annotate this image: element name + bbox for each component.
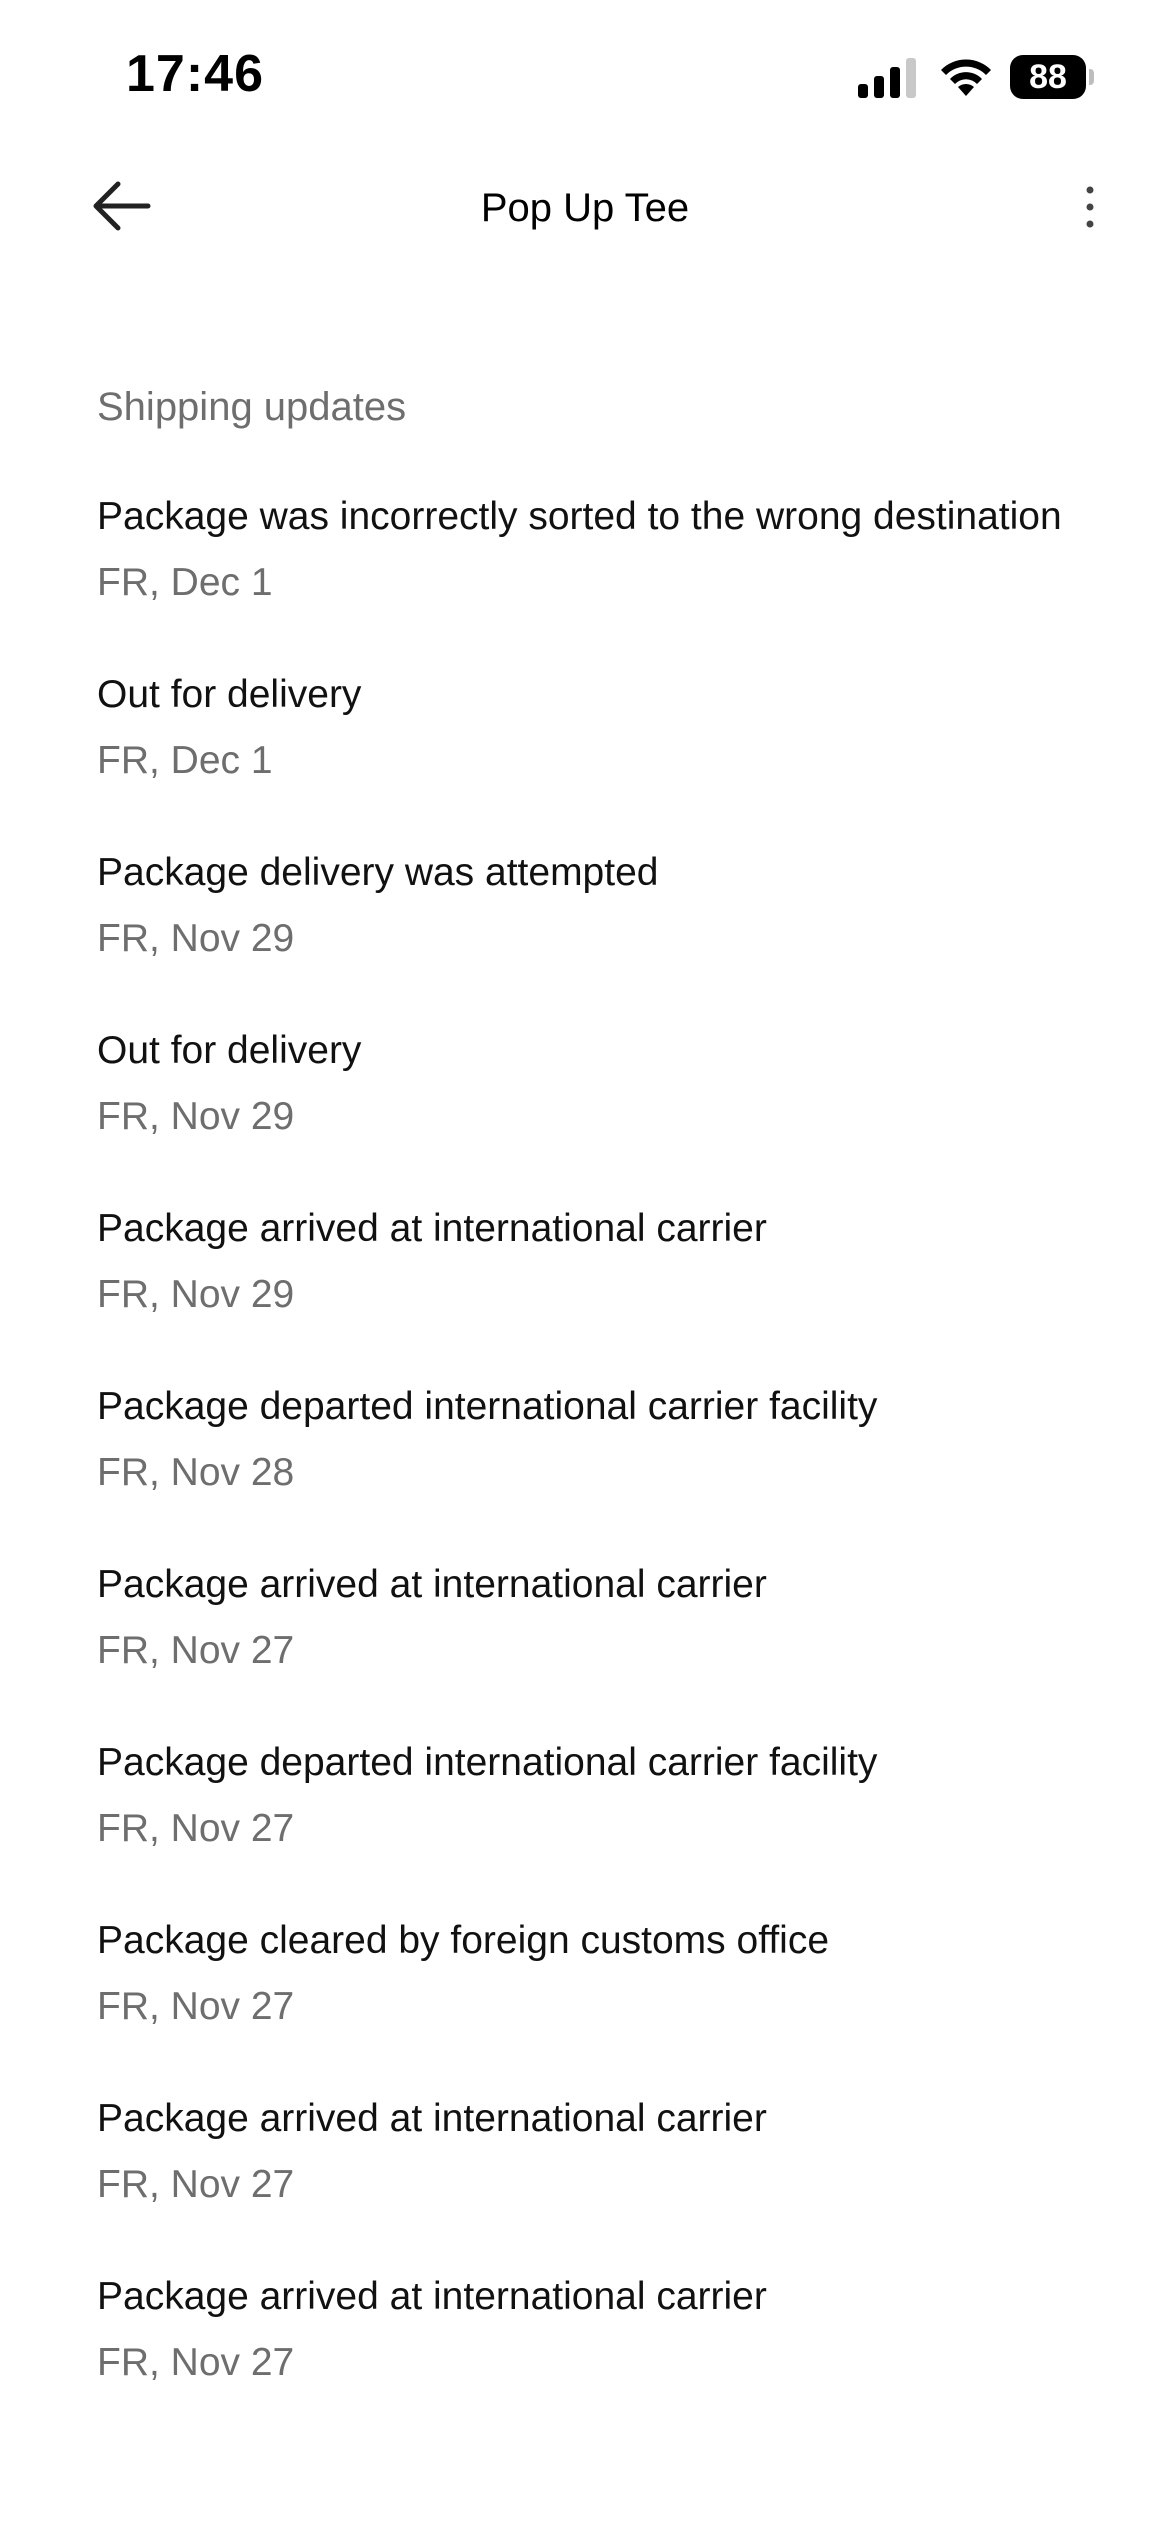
battery-level: 88: [1010, 55, 1086, 99]
update-date: FR, Nov 27: [97, 2163, 295, 2206]
update-date: FR, Dec 1: [97, 561, 273, 604]
more-options-button[interactable]: [1070, 180, 1110, 236]
update-date: FR, Nov 27: [97, 1985, 295, 2028]
list-item: Package arrived at international carrier…: [97, 1558, 1097, 1678]
shipping-updates-list: Package was incorrectly sorted to the wr…: [97, 490, 1097, 2445]
update-title: Package cleared by foreign customs offic…: [97, 1919, 830, 1962]
update-title: Package arrived at international carrier: [97, 1563, 767, 1606]
battery-icon: 88: [1010, 55, 1094, 99]
update-title: Package delivery was attempted: [97, 851, 659, 894]
update-title: Package arrived at international carrier: [97, 1207, 767, 1250]
list-item: Package arrived at international carrier…: [97, 1202, 1097, 1322]
update-date: FR, Nov 27: [97, 2341, 295, 2384]
more-vertical-icon: [1086, 186, 1094, 228]
update-date: FR, Dec 1: [97, 739, 273, 782]
update-date: FR, Nov 29: [97, 917, 295, 960]
wifi-icon: [941, 59, 991, 96]
signal-icon: [858, 58, 916, 98]
update-title: Package departed international carrier f…: [97, 1385, 878, 1428]
list-item: Package delivery was attempted FR, Nov 29: [97, 846, 1097, 966]
list-item: Package was incorrectly sorted to the wr…: [97, 490, 1097, 610]
update-title: Out for delivery: [97, 673, 362, 716]
list-item: Package cleared by foreign customs offic…: [97, 1914, 1097, 2034]
list-item: Package departed international carrier f…: [97, 1736, 1097, 1856]
update-date: FR, Nov 29: [97, 1095, 295, 1138]
status-bar: 17:46 88: [0, 0, 1170, 150]
list-item: Out for delivery FR, Dec 1: [97, 668, 1097, 788]
top-app-bar: Pop Up Tee: [0, 150, 1170, 270]
update-date: FR, Nov 29: [97, 1273, 295, 1316]
update-date: FR, Nov 27: [97, 1807, 295, 1850]
list-item: Package arrived at international carrier…: [97, 2270, 1097, 2390]
section-label-shipping-updates: Shipping updates: [97, 385, 407, 429]
update-title: Package was incorrectly sorted to the wr…: [97, 495, 1062, 538]
update-title: Package departed international carrier f…: [97, 1741, 878, 1784]
update-date: FR, Nov 28: [97, 1451, 295, 1494]
update-title: Package arrived at international carrier: [97, 2275, 767, 2318]
list-item: Out for delivery FR, Nov 29: [97, 1024, 1097, 1144]
list-item: Package departed international carrier f…: [97, 1380, 1097, 1500]
status-time: 17:46: [126, 45, 264, 103]
list-item: Package arrived at international carrier…: [97, 2092, 1097, 2212]
battery-cap: [1089, 69, 1094, 85]
update-title: Package arrived at international carrier: [97, 2097, 767, 2140]
update-title: Out for delivery: [97, 1029, 362, 1072]
page-title: Pop Up Tee: [480, 186, 690, 230]
update-date: FR, Nov 27: [97, 1629, 295, 1672]
